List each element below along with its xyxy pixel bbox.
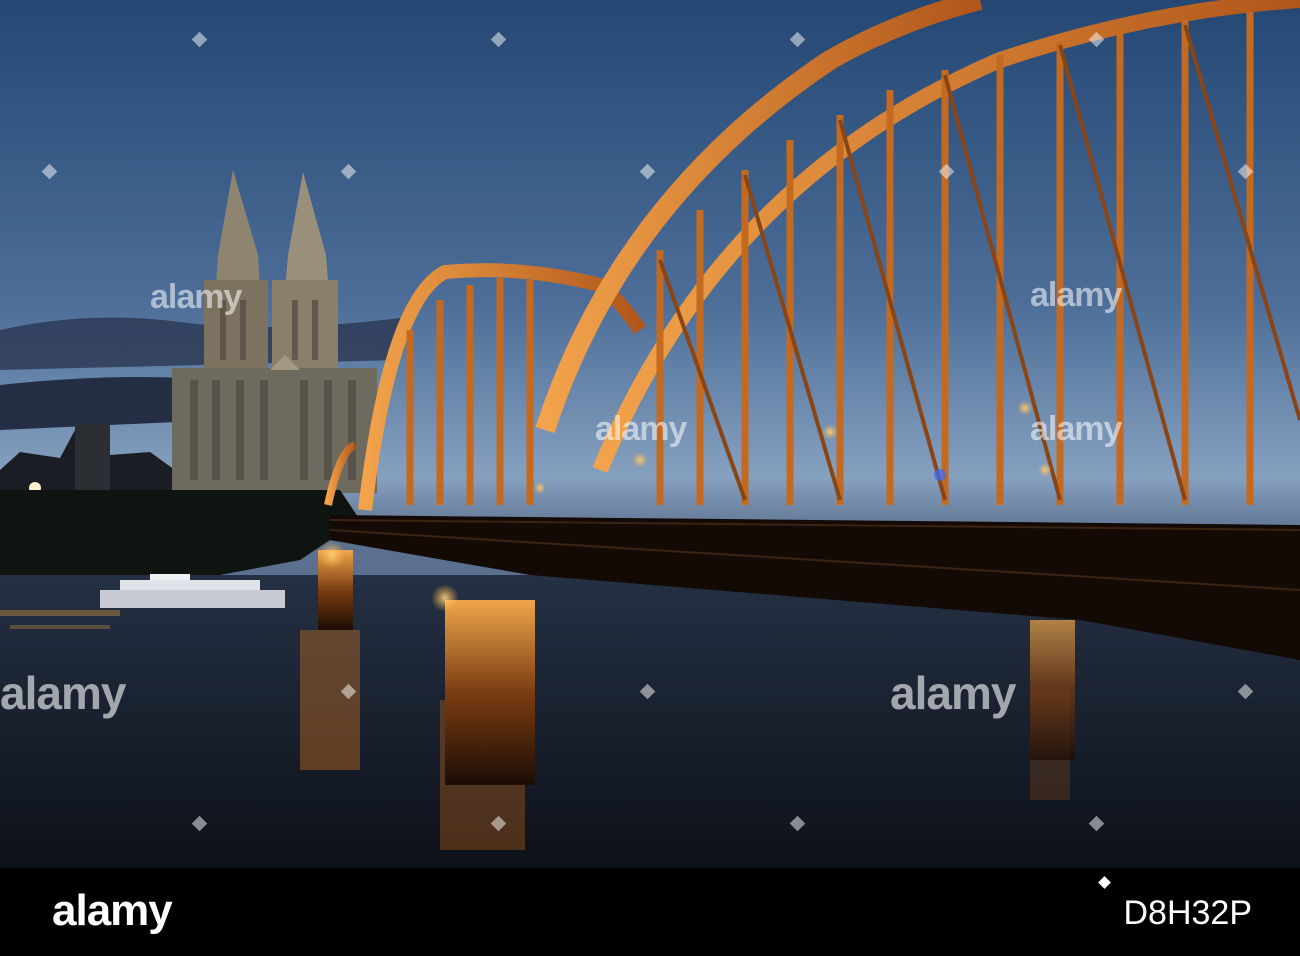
bridge-pier-right (1030, 620, 1075, 760)
bridge-pier-center (445, 600, 535, 785)
footer-bar: alamy D8H32P (0, 868, 1300, 956)
image-id: D8H32P (1123, 894, 1252, 932)
alamy-logo: alamy (52, 886, 173, 935)
footer-diamond (1098, 876, 1111, 889)
bridge-cathedral-photo: alamy alamy alamy alamy alamy alamy (0, 0, 1300, 868)
photo-canvas (0, 0, 1300, 868)
stock-photo-page: alamy alamy alamy alamy alamy alamy alam… (0, 0, 1300, 956)
